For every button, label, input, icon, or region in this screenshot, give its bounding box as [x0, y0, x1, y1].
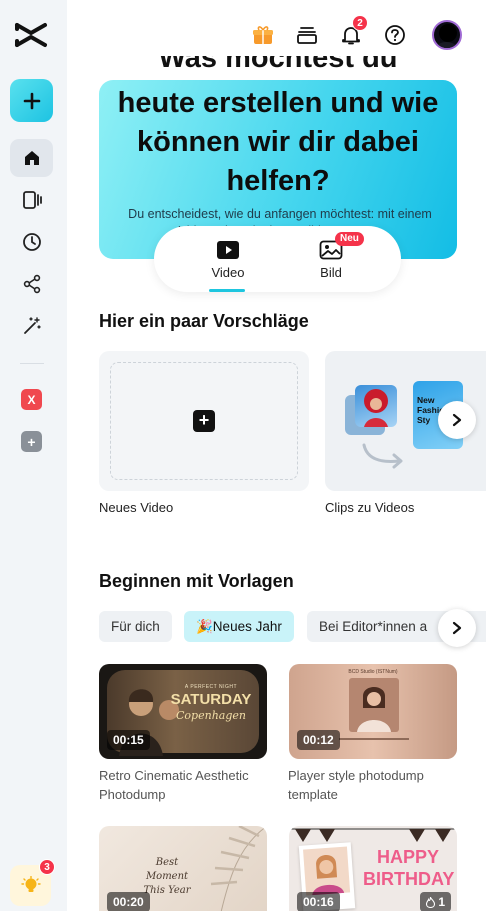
chips-next-button[interactable] — [438, 609, 476, 647]
chevron-right-icon — [452, 621, 462, 635]
share-icon — [23, 274, 40, 294]
plus-icon — [23, 92, 40, 109]
duration-badge: 00:20 — [107, 892, 150, 911]
magic-wand-icon — [23, 317, 41, 334]
tab-video-label: Video — [211, 265, 245, 280]
overlay-main-text: SATURDAY — [170, 691, 252, 708]
user-avatar[interactable] — [432, 20, 462, 50]
suggestions-title: Hier ein paar Vorschläge — [99, 311, 309, 331]
clip-thumb-portrait — [355, 385, 397, 427]
likes-badge: 1 — [420, 892, 451, 911]
projects-icon — [22, 191, 42, 209]
add-space-button[interactable]: + — [21, 431, 42, 452]
chevron-right-icon — [452, 413, 462, 427]
tips-count-badge: 3 — [39, 859, 55, 875]
space-avatar[interactable]: X — [21, 389, 42, 410]
template-label: Retro Cinematic Aesthetic Photodump — [99, 768, 249, 802]
template-label: Player style photodump template — [288, 768, 424, 802]
sidebar-item-projects[interactable] — [10, 181, 53, 219]
hero-title-cut: Was möchtest du — [158, 56, 398, 74]
overlay-main-text: HAPPY BIRTHDAY — [363, 847, 455, 889]
sidebar-item-recent[interactable] — [10, 223, 53, 261]
create-button[interactable] — [10, 79, 53, 122]
new-badge: Neu — [335, 232, 364, 246]
chip-new-year[interactable]: 🎉Neues Jahr — [184, 611, 294, 642]
new-video-label: Neues Video — [99, 500, 174, 515]
template-card-best-moment[interactable]: Best Moment This Year 00:20 — [99, 826, 267, 911]
sidebar-item-share[interactable] — [10, 265, 53, 303]
duration-badge: 00:12 — [297, 730, 340, 750]
bunting-decoration — [289, 828, 457, 842]
play-video-icon — [216, 239, 240, 261]
new-video-card[interactable]: + — [99, 351, 309, 491]
overlay-sub-text: Copenhagen — [176, 709, 246, 722]
home-icon — [24, 151, 39, 165]
app-root: X + 3 2 Was möchtest du heute erstellen … — [0, 0, 486, 911]
sidebar-item-home[interactable] — [10, 139, 53, 177]
suggestions-next-button[interactable] — [438, 401, 476, 439]
overlay-top-text: A PERFECT NIGHT — [184, 684, 238, 690]
player-photo — [349, 678, 399, 732]
template-card-birthday[interactable]: HAPPY BIRTHDAY 00:16 1 — [289, 826, 457, 911]
layers-icon[interactable] — [293, 21, 321, 49]
player-progress — [339, 738, 409, 740]
mode-switch: Video Bild — [154, 226, 401, 292]
capcut-logo-icon[interactable] — [14, 20, 48, 50]
help-icon[interactable] — [381, 21, 409, 49]
template-card-player[interactable]: BCD Studio (ISTNum) 00:12 — [289, 664, 457, 759]
active-tab-indicator — [209, 289, 245, 292]
tab-video[interactable]: Video — [183, 226, 273, 292]
template-card-retro[interactable]: A PERFECT NIGHT SATURDAY Copenhagen 00:1… — [99, 664, 267, 759]
sidebar: X + 3 — [0, 0, 67, 911]
plus-icon: + — [193, 410, 215, 432]
sidebar-divider — [20, 363, 44, 364]
clock-icon — [22, 233, 41, 251]
duration-badge: 00:15 — [107, 730, 150, 750]
likes-count: 1 — [438, 895, 445, 909]
lightbulb-icon — [20, 875, 41, 892]
gift-icon[interactable] — [249, 21, 277, 49]
templates-title: Beginnen mit Vorlagen — [99, 571, 294, 591]
notifications-count-badge: 2 — [352, 15, 368, 31]
overlay-top-text: BCD Studio (ISTNum) — [348, 669, 398, 675]
hero-title: heute erstellen und wie können wir dir d… — [117, 87, 439, 197]
tab-image-label: Bild — [320, 265, 342, 280]
flame-icon — [426, 896, 436, 908]
clips-to-videos-label: Clips zu Videos — [325, 500, 415, 515]
arrow-icon — [362, 443, 403, 469]
sidebar-item-magic-tools[interactable] — [10, 307, 53, 345]
chip-for-you[interactable]: Für dich — [99, 611, 172, 642]
duration-badge: 00:16 — [297, 892, 340, 911]
palm-leaf — [210, 826, 267, 911]
